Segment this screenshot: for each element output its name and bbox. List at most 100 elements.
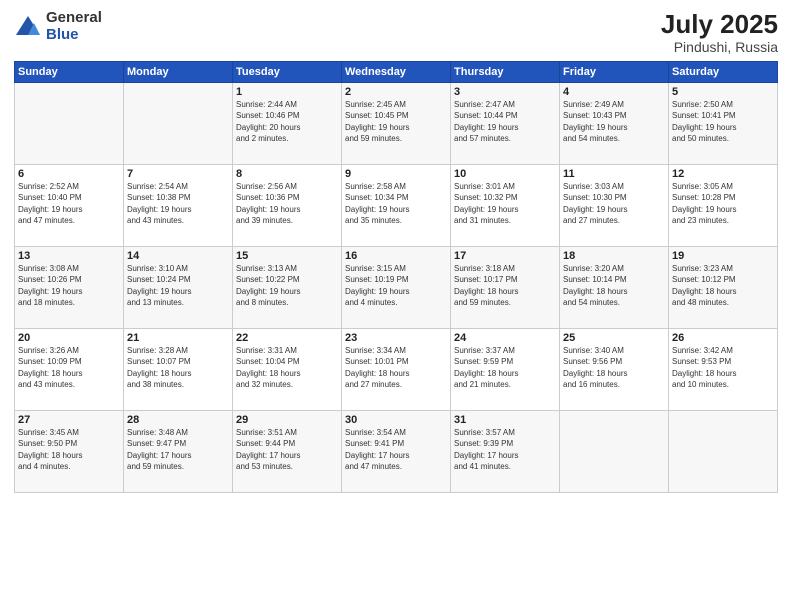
day-number: 30 (345, 414, 447, 426)
calendar-cell (124, 82, 233, 164)
calendar-cell: 25Sunrise: 3:40 AM Sunset: 9:56 PM Dayli… (560, 328, 669, 410)
location: Pindushi, Russia (661, 39, 778, 55)
day-number: 23 (345, 332, 447, 344)
day-info: Sunrise: 3:37 AM Sunset: 9:59 PM Dayligh… (454, 345, 556, 391)
calendar-cell: 15Sunrise: 3:13 AM Sunset: 10:22 PM Dayl… (233, 246, 342, 328)
calendar-week-1: 1Sunrise: 2:44 AM Sunset: 10:46 PM Dayli… (15, 82, 778, 164)
calendar-cell: 7Sunrise: 2:54 AM Sunset: 10:38 PM Dayli… (124, 164, 233, 246)
day-number: 26 (672, 332, 774, 344)
calendar-cell: 28Sunrise: 3:48 AM Sunset: 9:47 PM Dayli… (124, 410, 233, 492)
header-thursday: Thursday (451, 61, 560, 82)
calendar-cell: 22Sunrise: 3:31 AM Sunset: 10:04 PM Dayl… (233, 328, 342, 410)
calendar-week-2: 6Sunrise: 2:52 AM Sunset: 10:40 PM Dayli… (15, 164, 778, 246)
header-saturday: Saturday (669, 61, 778, 82)
logo-general: General (46, 10, 102, 27)
day-number: 25 (563, 332, 665, 344)
day-info: Sunrise: 3:40 AM Sunset: 9:56 PM Dayligh… (563, 345, 665, 391)
calendar-cell: 14Sunrise: 3:10 AM Sunset: 10:24 PM Dayl… (124, 246, 233, 328)
calendar-header: Sunday Monday Tuesday Wednesday Thursday… (15, 61, 778, 82)
calendar-week-3: 13Sunrise: 3:08 AM Sunset: 10:26 PM Dayl… (15, 246, 778, 328)
day-info: Sunrise: 3:48 AM Sunset: 9:47 PM Dayligh… (127, 427, 229, 473)
calendar-cell: 1Sunrise: 2:44 AM Sunset: 10:46 PM Dayli… (233, 82, 342, 164)
calendar-cell: 16Sunrise: 3:15 AM Sunset: 10:19 PM Dayl… (342, 246, 451, 328)
day-info: Sunrise: 3:13 AM Sunset: 10:22 PM Daylig… (236, 263, 338, 309)
calendar-cell: 19Sunrise: 3:23 AM Sunset: 10:12 PM Dayl… (669, 246, 778, 328)
calendar-cell: 29Sunrise: 3:51 AM Sunset: 9:44 PM Dayli… (233, 410, 342, 492)
calendar-cell: 27Sunrise: 3:45 AM Sunset: 9:50 PM Dayli… (15, 410, 124, 492)
day-number: 14 (127, 250, 229, 262)
header-monday: Monday (124, 61, 233, 82)
calendar-cell: 26Sunrise: 3:42 AM Sunset: 9:53 PM Dayli… (669, 328, 778, 410)
day-number: 29 (236, 414, 338, 426)
day-info: Sunrise: 3:31 AM Sunset: 10:04 PM Daylig… (236, 345, 338, 391)
calendar-cell: 6Sunrise: 2:52 AM Sunset: 10:40 PM Dayli… (15, 164, 124, 246)
day-info: Sunrise: 3:18 AM Sunset: 10:17 PM Daylig… (454, 263, 556, 309)
day-number: 12 (672, 168, 774, 180)
day-number: 1 (236, 86, 338, 98)
day-info: Sunrise: 2:47 AM Sunset: 10:44 PM Daylig… (454, 99, 556, 145)
calendar-cell: 20Sunrise: 3:26 AM Sunset: 10:09 PM Dayl… (15, 328, 124, 410)
day-number: 18 (563, 250, 665, 262)
calendar-cell: 24Sunrise: 3:37 AM Sunset: 9:59 PM Dayli… (451, 328, 560, 410)
day-number: 3 (454, 86, 556, 98)
day-info: Sunrise: 3:10 AM Sunset: 10:24 PM Daylig… (127, 263, 229, 309)
logo-text: General Blue (46, 10, 102, 43)
day-info: Sunrise: 2:54 AM Sunset: 10:38 PM Daylig… (127, 181, 229, 227)
day-info: Sunrise: 2:52 AM Sunset: 10:40 PM Daylig… (18, 181, 120, 227)
day-number: 13 (18, 250, 120, 262)
day-info: Sunrise: 3:54 AM Sunset: 9:41 PM Dayligh… (345, 427, 447, 473)
day-number: 4 (563, 86, 665, 98)
day-info: Sunrise: 3:34 AM Sunset: 10:01 PM Daylig… (345, 345, 447, 391)
calendar-cell: 23Sunrise: 3:34 AM Sunset: 10:01 PM Dayl… (342, 328, 451, 410)
calendar-table: Sunday Monday Tuesday Wednesday Thursday… (14, 61, 778, 493)
day-number: 17 (454, 250, 556, 262)
calendar-cell: 2Sunrise: 2:45 AM Sunset: 10:45 PM Dayli… (342, 82, 451, 164)
calendar-cell: 13Sunrise: 3:08 AM Sunset: 10:26 PM Dayl… (15, 246, 124, 328)
calendar-cell: 4Sunrise: 2:49 AM Sunset: 10:43 PM Dayli… (560, 82, 669, 164)
day-number: 21 (127, 332, 229, 344)
header: General Blue July 2025 Pindushi, Russia (14, 10, 778, 55)
day-info: Sunrise: 2:44 AM Sunset: 10:46 PM Daylig… (236, 99, 338, 145)
day-number: 19 (672, 250, 774, 262)
day-info: Sunrise: 3:51 AM Sunset: 9:44 PM Dayligh… (236, 427, 338, 473)
day-info: Sunrise: 3:20 AM Sunset: 10:14 PM Daylig… (563, 263, 665, 309)
day-info: Sunrise: 3:57 AM Sunset: 9:39 PM Dayligh… (454, 427, 556, 473)
day-info: Sunrise: 2:49 AM Sunset: 10:43 PM Daylig… (563, 99, 665, 145)
header-friday: Friday (560, 61, 669, 82)
day-number: 5 (672, 86, 774, 98)
calendar-cell: 10Sunrise: 3:01 AM Sunset: 10:32 PM Dayl… (451, 164, 560, 246)
calendar-cell: 30Sunrise: 3:54 AM Sunset: 9:41 PM Dayli… (342, 410, 451, 492)
calendar-cell: 31Sunrise: 3:57 AM Sunset: 9:39 PM Dayli… (451, 410, 560, 492)
day-info: Sunrise: 3:42 AM Sunset: 9:53 PM Dayligh… (672, 345, 774, 391)
day-info: Sunrise: 2:58 AM Sunset: 10:34 PM Daylig… (345, 181, 447, 227)
calendar-cell: 5Sunrise: 2:50 AM Sunset: 10:41 PM Dayli… (669, 82, 778, 164)
day-number: 28 (127, 414, 229, 426)
day-number: 8 (236, 168, 338, 180)
calendar-cell: 17Sunrise: 3:18 AM Sunset: 10:17 PM Dayl… (451, 246, 560, 328)
logo: General Blue (14, 10, 102, 43)
day-number: 2 (345, 86, 447, 98)
day-number: 27 (18, 414, 120, 426)
day-number: 9 (345, 168, 447, 180)
header-tuesday: Tuesday (233, 61, 342, 82)
day-number: 11 (563, 168, 665, 180)
day-number: 31 (454, 414, 556, 426)
day-number: 6 (18, 168, 120, 180)
calendar-cell: 18Sunrise: 3:20 AM Sunset: 10:14 PM Dayl… (560, 246, 669, 328)
header-row: Sunday Monday Tuesday Wednesday Thursday… (15, 61, 778, 82)
calendar-week-5: 27Sunrise: 3:45 AM Sunset: 9:50 PM Dayli… (15, 410, 778, 492)
day-info: Sunrise: 2:56 AM Sunset: 10:36 PM Daylig… (236, 181, 338, 227)
day-number: 22 (236, 332, 338, 344)
page: General Blue July 2025 Pindushi, Russia … (0, 0, 792, 612)
calendar-cell: 8Sunrise: 2:56 AM Sunset: 10:36 PM Dayli… (233, 164, 342, 246)
month-title: July 2025 (661, 10, 778, 39)
title-block: July 2025 Pindushi, Russia (661, 10, 778, 55)
header-wednesday: Wednesday (342, 61, 451, 82)
day-info: Sunrise: 3:15 AM Sunset: 10:19 PM Daylig… (345, 263, 447, 309)
day-number: 15 (236, 250, 338, 262)
calendar-cell: 12Sunrise: 3:05 AM Sunset: 10:28 PM Dayl… (669, 164, 778, 246)
day-info: Sunrise: 3:26 AM Sunset: 10:09 PM Daylig… (18, 345, 120, 391)
calendar-cell: 11Sunrise: 3:03 AM Sunset: 10:30 PM Dayl… (560, 164, 669, 246)
day-info: Sunrise: 2:50 AM Sunset: 10:41 PM Daylig… (672, 99, 774, 145)
day-info: Sunrise: 3:45 AM Sunset: 9:50 PM Dayligh… (18, 427, 120, 473)
